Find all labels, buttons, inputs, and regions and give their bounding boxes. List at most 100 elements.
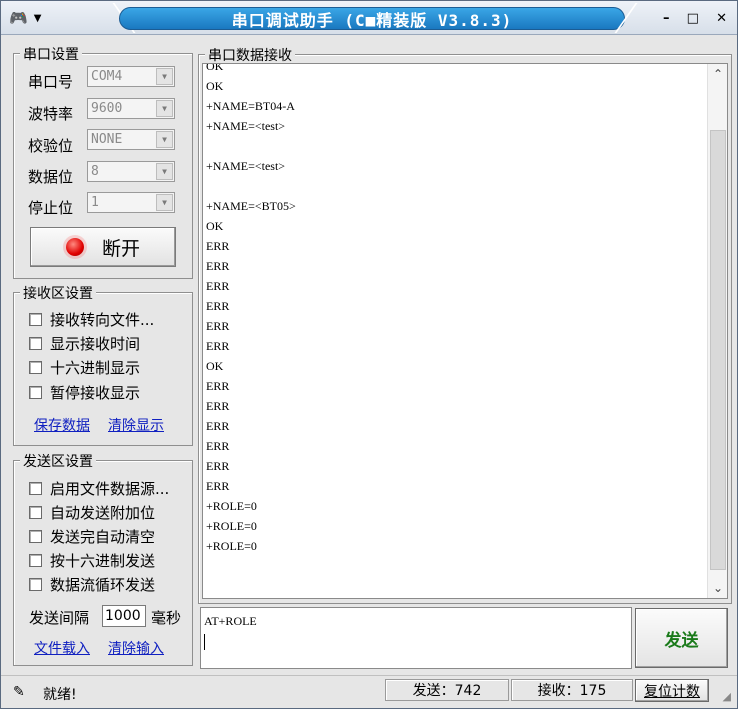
checkbox[interactable] [29,481,42,495]
databits-select[interactable]: 8 ▼ [87,161,175,182]
clear-input-link[interactable]: 清除输入 [108,638,164,658]
receive-line: ERR [206,479,230,493]
receive-line: OK [206,219,224,233]
system-menu[interactable]: 🎮 ▼ [9,8,65,28]
receive-line: ERR [206,419,230,433]
option-label: 发送完自动清空 [50,527,156,546]
send-settings-title: 发送区设置 [20,451,96,471]
checkbox[interactable] [29,505,42,519]
received-counter: 接收：175 [511,679,633,701]
recv-option-show-time[interactable]: 显示接收时间 [29,334,141,353]
receive-line: +ROLE=0 [206,519,257,533]
status-led-icon [65,238,84,256]
recv-option-redirect-file[interactable]: 接收转向文件... [29,310,154,329]
interval-input[interactable]: 1000 [102,605,146,627]
app-window: 🎮 ▼ 串口调试助手 (C■精装版 V3.8.3) – □ ✕ 串口设置 串口号… [0,0,738,709]
receive-line: ERR [206,259,230,273]
send-option-append-bits[interactable]: 自动发送附加位 [29,503,156,522]
send-option-hex-send[interactable]: 按十六进制发送 [29,551,156,570]
reset-counter-button[interactable]: 复位计数 [635,679,709,702]
load-file-link[interactable]: 文件载入 [34,638,90,658]
receive-lines: OK OK +NAME=BT04-A +NAME=<test> +NAME=<test… [206,63,702,556]
port-label: 串口号 [28,73,74,91]
option-label: 暂停接收显示 [50,383,141,402]
checkbox[interactable] [29,553,42,567]
gamepad-icon: 🎮 [9,9,28,27]
scrollbar-thumb[interactable] [710,130,726,570]
baud-label: 波特率 [28,105,74,123]
minimize-button[interactable]: – [663,11,670,26]
serial-settings-title: 串口设置 [20,44,82,64]
clear-display-link[interactable]: 清除显示 [108,415,164,435]
option-label: 十六进制显示 [50,358,141,377]
send-option-auto-clear[interactable]: 发送完自动清空 [29,527,156,546]
checkbox[interactable] [29,385,42,399]
parity-select[interactable]: NONE ▼ [87,129,175,150]
parity-label: 校验位 [28,137,74,155]
sent-counter: 发送：742 [385,679,509,701]
receive-line: +ROLE=0 [206,539,257,553]
receive-line: +NAME=<test> [206,159,286,173]
chevron-down-icon: ▼ [33,12,42,24]
receive-line [206,176,702,196]
send-option-file-source[interactable]: 启用文件数据源... [29,479,169,498]
receive-line: +NAME=<test> [206,119,286,133]
checkbox[interactable] [29,360,42,374]
receive-line: OK [206,359,224,373]
receive-line: ERR [206,299,230,313]
receive-line [206,136,702,156]
interval-unit: 毫秒 [151,609,182,627]
send-textarea[interactable]: AT+ROLE [200,607,632,669]
text-cursor [204,634,205,650]
pencil-icon: ✎ [13,684,25,700]
receive-line: OK [206,63,224,73]
receive-scrollbar[interactable]: ⌃ ⌄ [707,64,727,598]
checkbox[interactable] [29,336,42,350]
send-option-loop-stream[interactable]: 数据流循环发送 [29,575,155,594]
window-title: 串口调试助手 (C■精装版 V3.8.3) [119,7,625,30]
chevron-down-icon[interactable]: ▼ [156,194,173,211]
status-ready-text: 就绪! [43,687,77,703]
chevron-down-icon[interactable]: ⌄ [708,578,727,598]
checkbox[interactable] [29,577,42,591]
receive-line: ERR [206,379,230,393]
databits-label: 数据位 [28,168,74,186]
send-text: AT+ROLE [204,614,257,628]
databits-value: 8 [91,164,99,179]
chevron-up-icon[interactable]: ⌃ [708,64,727,84]
save-data-link[interactable]: 保存数据 [34,415,90,435]
option-label: 按十六进制发送 [50,551,156,570]
receive-textarea[interactable]: OK OK +NAME=BT04-A +NAME=<test> +NAME=<test… [202,63,728,599]
window-controls: – □ ✕ [663,8,727,28]
receive-line: ERR [206,399,230,413]
title-bar: 🎮 ▼ 串口调试助手 (C■精装版 V3.8.3) – □ ✕ [1,1,737,35]
option-label: 显示接收时间 [50,334,141,353]
baud-value: 9600 [91,101,123,116]
stopbits-value: 1 [91,195,99,210]
receive-area-title: 串口数据接收 [205,45,295,65]
stopbits-select[interactable]: 1 ▼ [87,192,175,213]
port-value: COM4 [91,69,123,84]
chevron-down-icon[interactable]: ▼ [156,131,173,148]
status-bar: ✎ 就绪! 发送：742 接收：175 复位计数 ◢ [1,675,737,708]
chevron-down-icon[interactable]: ▼ [156,163,173,180]
receive-line: ERR [206,339,230,353]
option-label: 自动发送附加位 [50,503,156,522]
connect-toggle-button[interactable]: 断开 [30,227,176,267]
recv-option-hex-display[interactable]: 十六进制显示 [29,358,141,377]
checkbox[interactable] [29,529,42,543]
receive-line: +NAME=<BT05> [206,199,296,213]
receive-line: ERR [206,279,230,293]
chevron-down-icon[interactable]: ▼ [156,100,173,117]
recv-option-pause[interactable]: 暂停接收显示 [29,383,141,402]
maximize-button[interactable]: □ [687,11,699,26]
close-button[interactable]: ✕ [716,11,727,26]
baud-select[interactable]: 9600 ▼ [87,98,175,119]
resize-grip-icon[interactable]: ◢ [723,690,731,703]
port-select[interactable]: COM4 ▼ [87,66,175,87]
checkbox[interactable] [29,312,42,326]
receive-line: OK [206,79,224,93]
send-button[interactable]: 发送 [635,608,728,668]
receive-line: +ROLE=0 [206,499,257,513]
chevron-down-icon[interactable]: ▼ [156,68,173,85]
